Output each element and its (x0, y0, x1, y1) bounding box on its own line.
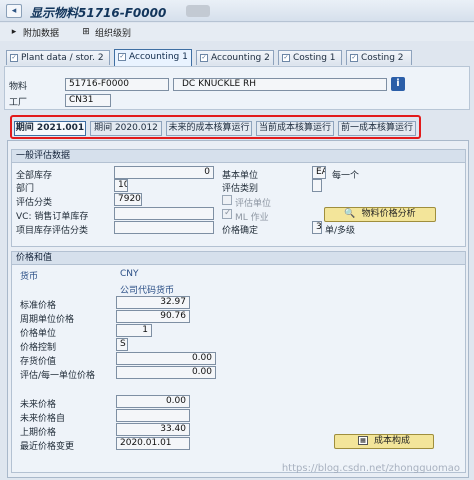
highlight-annotation (10, 115, 421, 139)
base-unit-text: 每一个 (332, 171, 360, 181)
currency-value: CNY (120, 269, 139, 279)
general-valuation-group: 一般评估数据 全部库存 0 基本单位 EA 每一个 部门 10 评估类别 评估分… (11, 149, 466, 247)
valuation-price-per-unit-label: 评估/每一单位价格 (20, 371, 96, 381)
price-determination-text: 单/多级 (325, 226, 356, 236)
total-stock-field[interactable]: 0 (114, 166, 214, 179)
tab-status-icon: ✓ (118, 53, 126, 61)
button-label: 成本构成 (373, 436, 410, 446)
group-title: 一般评估数据 (12, 150, 465, 163)
watermark: https://blog.csdn.net/zhongguomao (281, 463, 460, 474)
tab-label: Accounting 2 (211, 53, 270, 63)
tab-label: Costing 2 (361, 53, 404, 63)
tab-label: Costing 1 (293, 53, 336, 63)
ml-act-label: ML 作业 (235, 213, 269, 223)
valuation-category-field[interactable] (312, 179, 322, 192)
org-levels-label: 组织级别 (95, 29, 132, 39)
project-stock-valuation-class-label: 项目库存评估分类 (16, 226, 89, 236)
window-title: 显示物料51716-F0000 (30, 6, 167, 20)
append-icon: ▸ (11, 27, 17, 37)
valuated-unit-checkbox[interactable] (222, 195, 232, 205)
standard-price-field[interactable]: 32.97 (116, 296, 190, 309)
material-label: 物料 (9, 82, 28, 92)
tab-accounting-1[interactable]: ✓ Accounting 1 (114, 49, 192, 66)
vc-sales-order-stock-field[interactable] (114, 207, 214, 220)
tab-costing-1[interactable]: ✓ Costing 1 (278, 50, 342, 65)
currency-label: 货币 (20, 272, 39, 282)
button-label: 物料价格分析 (361, 209, 416, 219)
company-code-currency-header: 公司代码货币 (120, 286, 175, 296)
org-levels-button[interactable]: ⊞ 组织级别 (80, 26, 131, 39)
append-data-button[interactable]: ▸ 附加数据 (8, 26, 59, 39)
material-header: 物料 51716-F0000 DC KNUCKLE RH i 工厂 CN31 (4, 66, 470, 110)
tab-status-icon: ✓ (200, 54, 208, 62)
price-determination-label: 价格确定 (222, 226, 259, 236)
view-tabs: ✓ Plant data / stor. 2 ✓ Accounting 1 ✓ … (4, 49, 472, 66)
cost-structure-button[interactable]: ▦ 成本构成 (334, 434, 434, 449)
back-icon[interactable]: ◂ (6, 4, 22, 18)
previous-price-label: 上期价格 (20, 428, 57, 438)
base-unit-field[interactable]: EA (312, 166, 326, 179)
stock-value-label: 存货价值 (20, 357, 57, 367)
application-toolbar: ▸ 附加数据 ⊞ 组织级别 (0, 23, 474, 41)
ml-act-checkbox[interactable]: ✓ (222, 208, 232, 219)
future-price-from-label: 未来价格自 (20, 414, 66, 424)
material-description-field[interactable]: DC KNUCKLE RH (173, 78, 387, 91)
tab-status-icon: ✓ (10, 54, 18, 62)
plant-label: 工厂 (9, 98, 28, 108)
periodic-unit-price-label: 周期单位价格 (20, 315, 75, 325)
tab-accounting-2[interactable]: ✓ Accounting 2 (196, 50, 274, 65)
valuated-unit-label: 评估单位 (235, 199, 272, 209)
vc-sales-order-stock-label: VC: 销售订单库存 (16, 212, 89, 222)
total-stock-label: 全部库存 (16, 171, 53, 181)
last-price-change-label: 最近价格变更 (20, 442, 75, 452)
price-control-field[interactable]: S (116, 338, 128, 351)
material-number-field[interactable]: 51716-F0000 (65, 78, 169, 91)
future-price-label: 未来价格 (20, 400, 57, 410)
last-price-change-field[interactable]: 2020.01.01 (116, 437, 190, 450)
tab-status-icon: ✓ (350, 54, 358, 62)
valuation-category-label: 评估类别 (222, 184, 259, 194)
tab-label: Plant data / stor. 2 (21, 53, 104, 63)
project-stock-valuation-class-field[interactable] (114, 221, 214, 234)
valuation-class-label: 评估分类 (16, 198, 53, 208)
price-unit-field[interactable]: 1 (116, 324, 152, 337)
tab-status-icon: ✓ (282, 54, 290, 62)
hierarchy-icon: ⊞ (82, 27, 90, 37)
group-title: 价格和值 (12, 252, 465, 265)
future-price-from-field[interactable] (116, 409, 190, 422)
material-price-analysis-button[interactable]: 🔍 物料价格分析 (324, 207, 436, 222)
append-data-label: 附加数据 (23, 29, 60, 39)
previous-price-field[interactable]: 33.40 (116, 423, 190, 436)
title-bar: ◂ 显示物料51716-F0000 (0, 0, 474, 22)
info-icon[interactable]: i (391, 77, 405, 91)
periodic-unit-price-field[interactable]: 90.76 (116, 310, 190, 323)
prices-values-group: 价格和值 货币 CNY 公司代码货币 标准价格 32.97 周期单位价格 90.… (11, 251, 466, 473)
stock-value-field[interactable]: 0.00 (116, 352, 216, 365)
price-control-label: 价格控制 (20, 343, 57, 353)
check-icon: ✓ (224, 208, 232, 218)
valuation-price-per-unit-field[interactable]: 0.00 (116, 366, 216, 379)
tab-plant-data-stor2[interactable]: ✓ Plant data / stor. 2 (6, 50, 110, 65)
accounting-content: 一般评估数据 全部库存 0 基本单位 EA 每一个 部门 10 评估类别 评估分… (7, 140, 469, 478)
valuation-class-field[interactable]: 7920 (114, 193, 142, 206)
base-unit-label: 基本单位 (222, 171, 259, 181)
tab-costing-2[interactable]: ✓ Costing 2 (346, 50, 412, 65)
table-icon: ▦ (357, 436, 368, 445)
future-price-field[interactable]: 0.00 (116, 395, 190, 408)
price-unit-label: 价格单位 (20, 329, 57, 339)
search-icon: 🔍 (344, 209, 356, 219)
tab-label: Accounting 1 (129, 52, 188, 62)
price-determination-field[interactable]: 3 (312, 221, 322, 234)
division-field[interactable]: 10 (114, 179, 128, 192)
division-label: 部门 (16, 184, 35, 194)
standard-price-label: 标准价格 (20, 301, 57, 311)
redacted-area (186, 5, 210, 17)
plant-field[interactable]: CN31 (65, 94, 111, 107)
